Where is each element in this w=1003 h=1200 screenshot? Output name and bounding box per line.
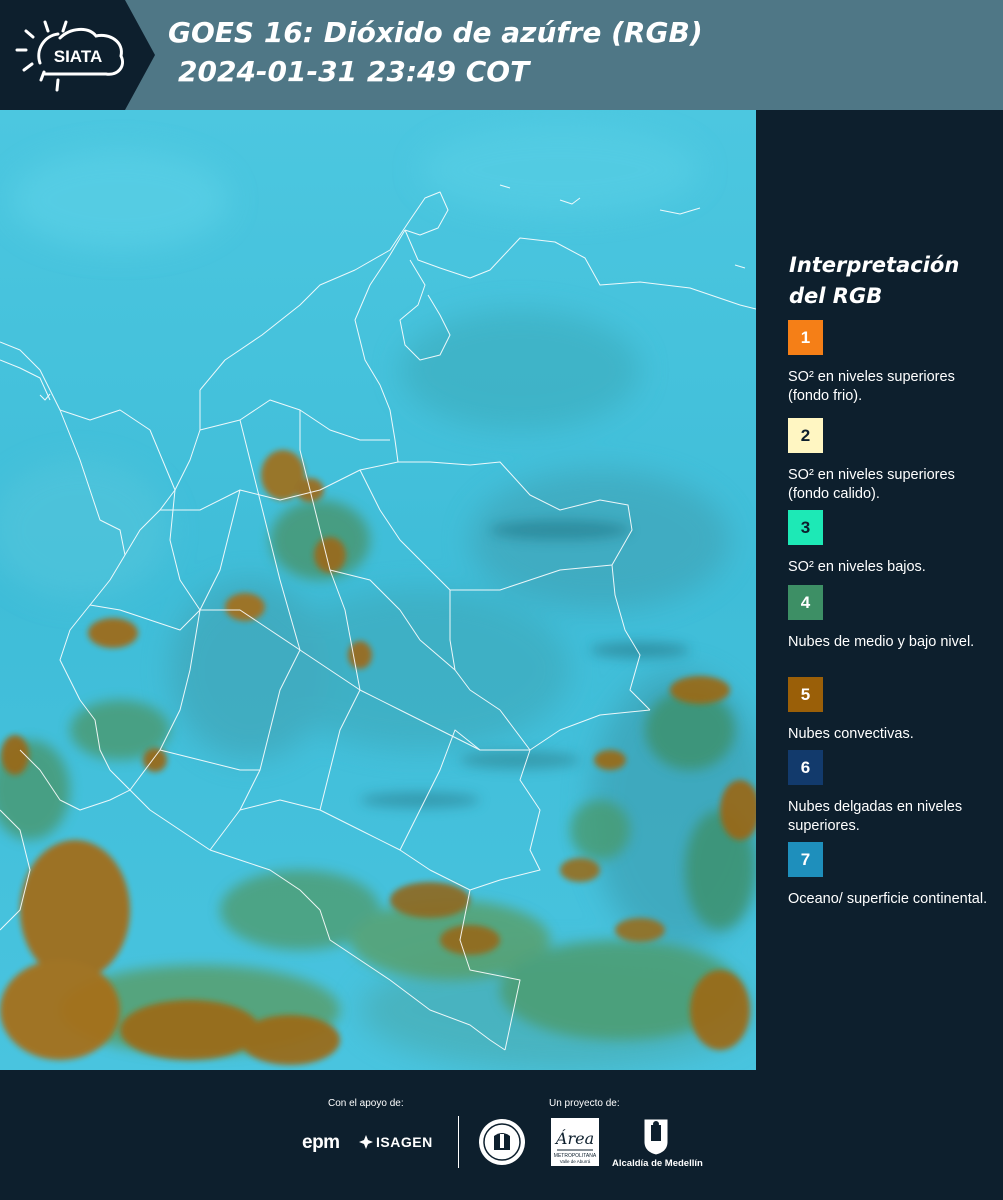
support-label: Con el apoyo de:: [328, 1098, 404, 1109]
legend-number-3: 3: [800, 517, 811, 537]
legend-label-2: SO² en niveles superiores (fondo calido)…: [788, 467, 955, 502]
legend-swatch-4: 4: [788, 585, 823, 620]
page-title: GOES 16: Dióxido de azúfre (RGB): [168, 16, 703, 49]
legend-label-3: SO² en niveles bajos.: [788, 559, 926, 575]
legend-number-2: 2: [800, 425, 811, 445]
legend-label-7: Oceano/ superficie continental.: [788, 891, 988, 907]
legend-label-6: Nubes delgadas en niveles superiores.: [788, 799, 963, 834]
footer: Con el apoyo de: Un proyecto de: epm ISA…: [0, 1070, 1003, 1200]
isagen-logo: ISAGEN: [376, 1134, 433, 1150]
legend-swatch-2: 2: [788, 418, 823, 453]
legend-swatch-5: 5: [788, 677, 823, 712]
satellite-map: [0, 110, 760, 1070]
alcaldia-shield-icon: [643, 1118, 669, 1156]
isagen-logo-icon: [359, 1135, 373, 1149]
siata-logo-text: SIATA: [54, 47, 102, 66]
legend-item-5: 5 Nubes convectivas.: [788, 677, 998, 744]
area-metropolitana-logo: Área METROPOLITANA Valle de Aburrá: [551, 1118, 599, 1166]
legend-swatch-1: 1: [788, 320, 823, 355]
legend-number-4: 4: [800, 592, 811, 612]
legend-swatch-7: 7: [788, 842, 823, 877]
header-bar: SIATA GOES 16: Dióxido de azúfre (RGB) 2…: [0, 0, 1003, 110]
legend-panel: Interpretación del RGB 1 SO² en niveles …: [760, 110, 1003, 1070]
legend-item-3: 3 SO² en niveles bajos.: [788, 510, 998, 577]
legend-label-1: SO² en niveles superiores (fondo frio).: [788, 369, 955, 404]
university-seal-icon: [479, 1119, 525, 1165]
legend-label-5: Nubes convectivas.: [788, 726, 914, 742]
legend-number-6: 6: [800, 757, 811, 777]
legend-title: Interpretación del RGB: [789, 253, 960, 308]
legend-number-7: 7: [800, 849, 811, 869]
legend-item-7: 7 Oceano/ superficie continental.: [788, 842, 998, 909]
legend-item-1: 1 SO² en niveles superiores (fondo frio)…: [788, 320, 998, 406]
alcaldia-label: Alcaldía de Medellín: [612, 1158, 703, 1169]
legend-number-5: 5: [800, 684, 811, 704]
legend-item-6: 6 Nubes delgadas en niveles superiores.: [788, 750, 998, 836]
legend-item-4: 4 Nubes de medio y bajo nivel.: [788, 585, 998, 652]
area-logo-sub2: Valle de Aburrá: [560, 1159, 591, 1164]
legend-swatch-3: 3: [788, 510, 823, 545]
legend-item-2: 2 SO² en niveles superiores (fondo calid…: [788, 418, 998, 512]
project-label: Un proyecto de:: [549, 1098, 620, 1109]
map-canvas: [0, 110, 760, 1070]
siata-logo: SIATA: [0, 0, 155, 110]
legend-label-4: Nubes de medio y bajo nivel.: [788, 634, 975, 650]
area-logo-text: Área: [554, 1128, 594, 1148]
legend-swatch-6: 6: [788, 750, 823, 785]
legend-number-1: 1: [800, 327, 811, 347]
page-timestamp: 2024-01-31 23:49 COT: [178, 55, 530, 88]
epm-logo: epm: [302, 1132, 340, 1153]
footer-divider: [458, 1116, 459, 1168]
